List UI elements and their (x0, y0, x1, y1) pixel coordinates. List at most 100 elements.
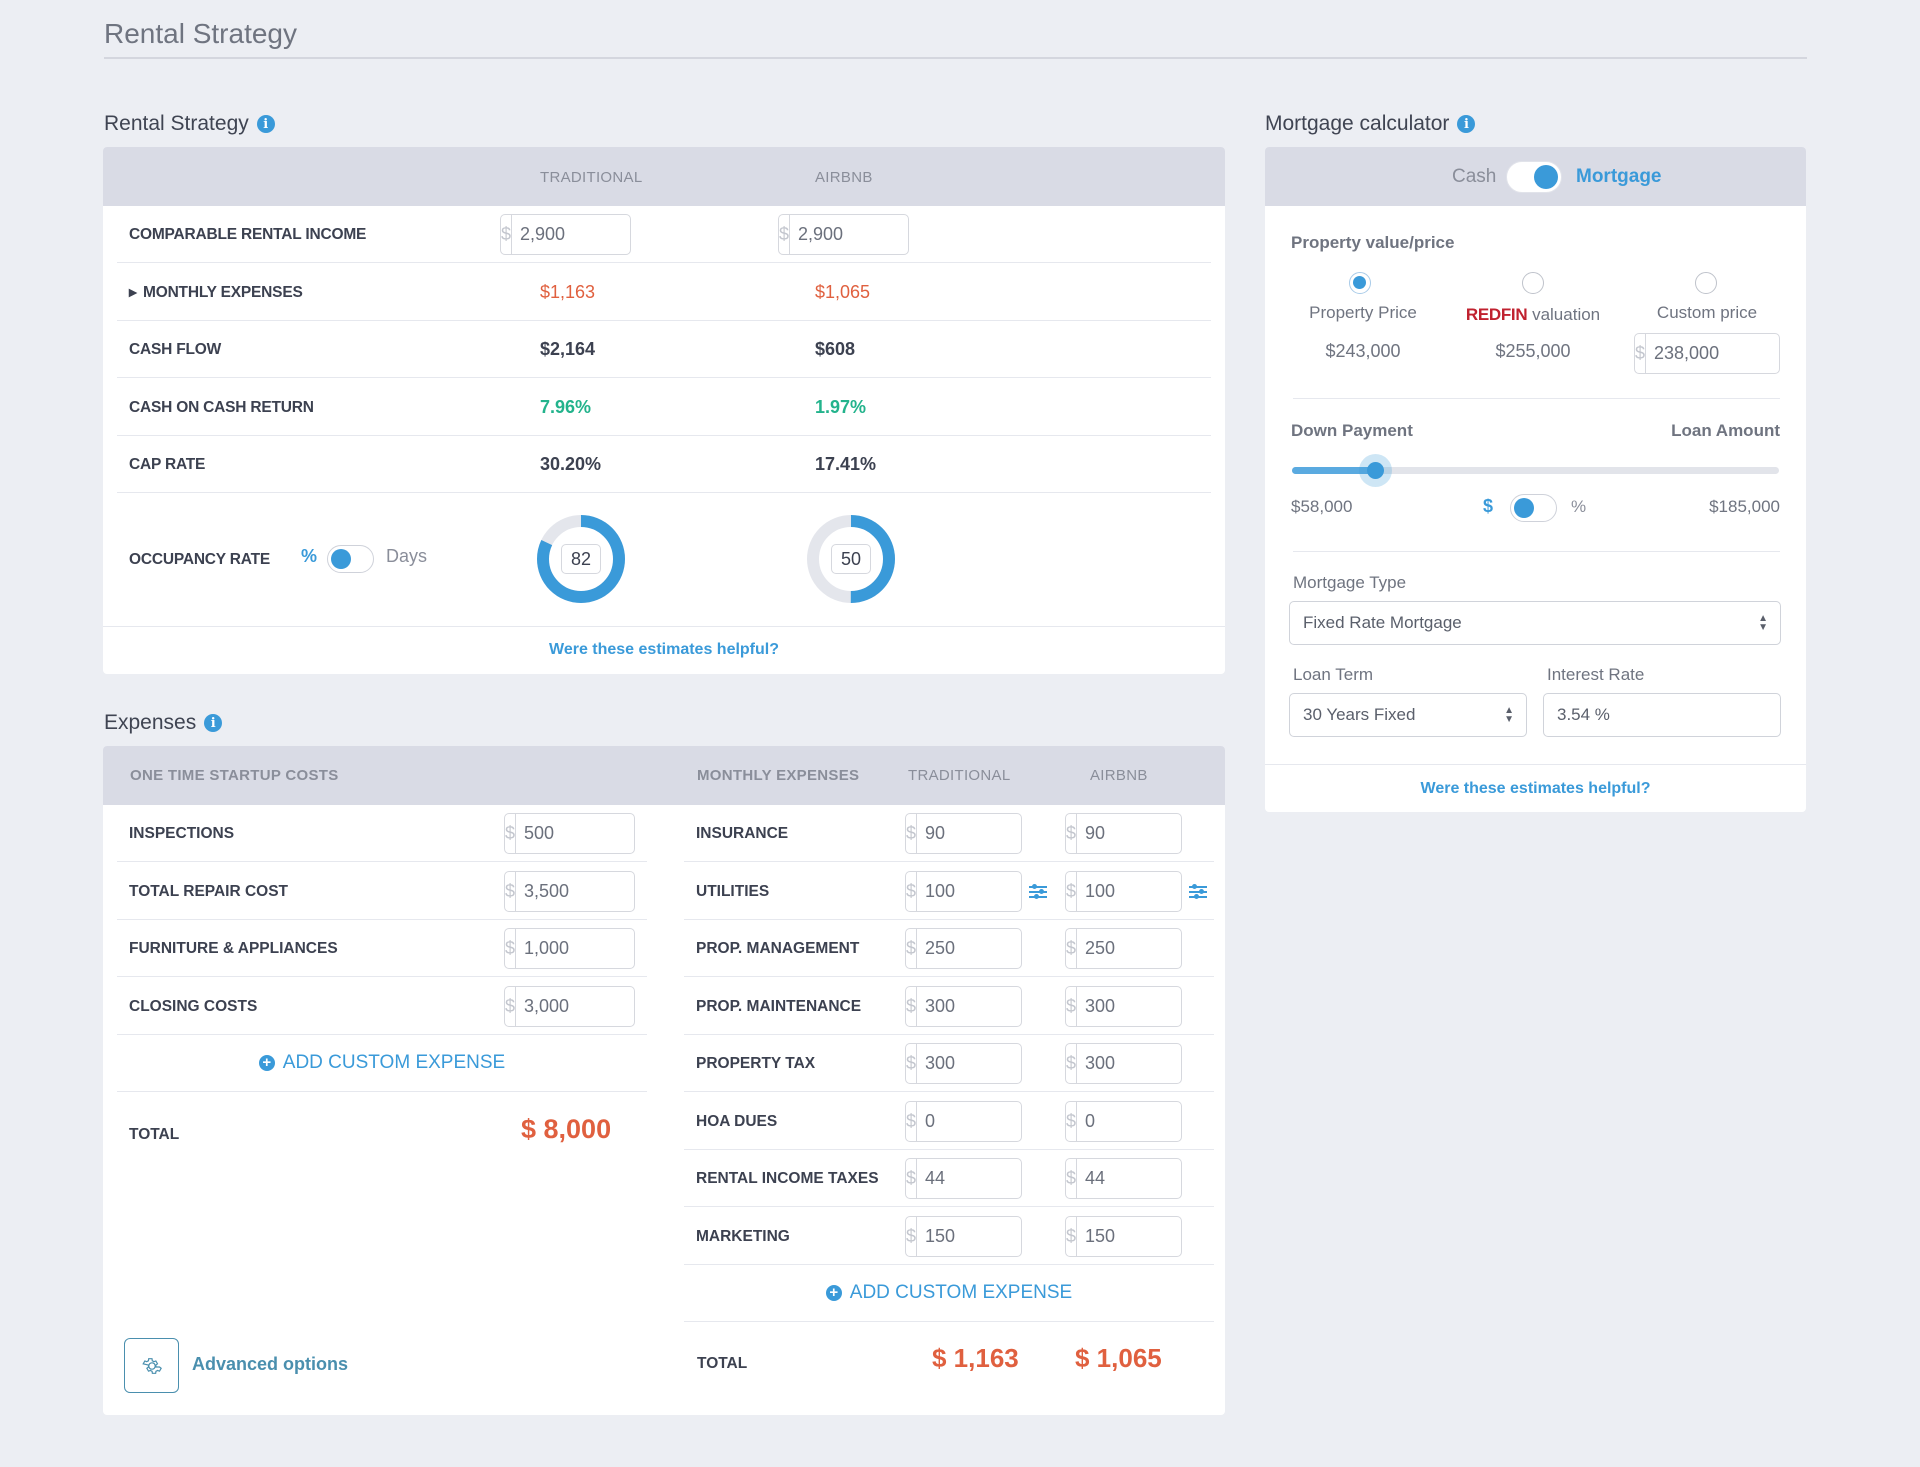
custom-price-field[interactable] (1646, 334, 1806, 373)
traditional-income-field[interactable] (512, 215, 753, 254)
advanced-options-link[interactable]: Advanced options (192, 1354, 348, 1375)
startup-cost-label: FURNITURE & APPLIANCES (129, 940, 338, 957)
mortgage-feedback-link[interactable]: Were these estimates helpful? (1265, 780, 1806, 798)
dollar-unit-label[interactable]: $ (1483, 496, 1493, 517)
traditional-monthly-expenses: $1,163 (540, 282, 596, 302)
traditional-expense-input[interactable]: $ (905, 870, 1158, 912)
cash-mortgage-toggle[interactable] (1506, 161, 1562, 193)
mortgage-mode-header: Cash Mortgage (1265, 147, 1806, 206)
dollar-icon: $ (1066, 814, 1078, 853)
cash-mode-label[interactable]: Cash (1452, 166, 1496, 188)
add-custom-expense-label: ADD CUSTOM EXPENSE (849, 1282, 1073, 1303)
dollar-icon: $ (1066, 986, 1078, 1026)
airbnb-expense-input[interactable]: $ (1065, 1158, 1225, 1199)
rental-strategy-header: TRADITIONAL AIRBNB (103, 147, 1225, 206)
monthly-expense-label: PROP. MAINTENANCE (696, 997, 862, 1015)
down-payment-unit-toggle[interactable] (1510, 494, 1557, 522)
rental-strategy-card: TRADITIONAL AIRBNB COMPARABLE RENTAL INC… (103, 147, 1225, 674)
airbnb-expense-input[interactable]: $ (1065, 985, 1225, 1027)
page-title: Rental Strategy (104, 18, 297, 49)
dollar-icon: $ (906, 1101, 918, 1141)
interest-rate-input[interactable]: 3.54 % (1543, 693, 1781, 737)
traditional-expense-input[interactable]: $ (905, 1043, 1158, 1084)
mortgage-type-select[interactable]: Fixed Rate Mortgage ▲ ▼ (1289, 601, 1781, 645)
days-unit-label[interactable]: Days (386, 546, 427, 567)
info-icon[interactable]: i (256, 115, 275, 133)
traditional-expense-input[interactable]: $ (905, 1158, 1158, 1199)
airbnb-expense-input[interactable]: $ (1065, 928, 1225, 969)
traditional-cap-rate: 30.20% (540, 454, 602, 474)
advanced-options-button[interactable] (124, 1338, 179, 1393)
down-payment-slider[interactable] (1292, 454, 1779, 487)
startup-add-custom-expense-button[interactable]: + ADD CUSTOM EXPENSE (117, 1035, 647, 1092)
interest-rate-value[interactable]: 3.54 % (1557, 705, 1610, 725)
slider-handle-dot (1366, 462, 1384, 479)
startup-cost-row: INSPECTIONS $ (117, 805, 757, 862)
slider-handle[interactable] (1358, 454, 1392, 487)
monthly-total-traditional: $ 1,163 (932, 1343, 1019, 1373)
row-label: CASH FLOW (129, 341, 222, 358)
startup-cost-input[interactable]: $ (504, 985, 757, 1027)
info-icon[interactable]: i (1457, 115, 1476, 133)
traditional-expense-input[interactable]: $ (905, 928, 1158, 969)
dollar-icon: $ (1066, 1216, 1078, 1256)
mortgage-mode-label[interactable]: Mortgage (1576, 166, 1662, 188)
expenses-header: ONE TIME STARTUP COSTS MONTHLY EXPENSES … (103, 746, 1225, 805)
airbnb-expense-field[interactable] (1077, 1044, 1225, 1083)
airbnb-expense-input[interactable]: $ (1065, 813, 1225, 854)
startup-cost-input[interactable]: $ (504, 870, 757, 912)
dollar-icon: $ (505, 871, 517, 911)
airbnb-expense-field[interactable] (1077, 814, 1225, 853)
traditional-expense-input[interactable]: $ (905, 985, 1158, 1027)
monthly-expense-label: INSURANCE (696, 825, 789, 842)
airbnb-expense-field[interactable] (1077, 1216, 1225, 1256)
monthly-add-custom-expense-button[interactable]: + ADD CUSTOM EXPENSE (684, 1265, 1214, 1322)
caret-right-icon[interactable]: ▸ (129, 264, 137, 321)
traditional-income-input[interactable]: $ (500, 214, 753, 255)
airbnb-expense-field[interactable] (1077, 1101, 1225, 1141)
monthly-expense-row: PROP. MAINTENANCE $ $ (684, 978, 1225, 1035)
redfin-valuation-radio[interactable] (1522, 272, 1544, 294)
loan-amount-label: Loan Amount (1671, 421, 1780, 440)
startup-cost-input[interactable]: $ (504, 928, 757, 969)
adjust-sliders-icon[interactable] (1189, 884, 1207, 899)
airbnb-expense-input[interactable]: $ (1065, 870, 1225, 912)
row-monthly-expenses[interactable]: ▸ MONTHLY EXPENSES $1,163 $1,065 (117, 264, 1211, 321)
startup-total-label: TOTAL (129, 1126, 180, 1143)
startup-cost-input[interactable]: $ (504, 813, 757, 854)
airbnb-expense-field[interactable] (1077, 986, 1225, 1026)
custom-price-radio[interactable] (1695, 272, 1717, 294)
airbnb-expense-field[interactable] (1077, 1159, 1225, 1198)
traditional-expense-input[interactable]: $ (905, 1100, 1158, 1142)
airbnb-income-field[interactable] (790, 215, 1031, 254)
traditional-expense-input[interactable]: $ (905, 1215, 1158, 1257)
percent-unit-label[interactable]: % (301, 546, 317, 567)
rental-feedback-link[interactable]: Were these estimates helpful? (103, 641, 1225, 659)
airbnb-occupancy-value[interactable]: 50 (831, 544, 871, 574)
airbnb-expense-input[interactable]: $ (1065, 1043, 1225, 1084)
monthly-expense-label: MARKETING (696, 1227, 790, 1245)
monthly-expense-row: RENTAL INCOME TAXES $ $ (684, 1150, 1225, 1207)
traditional-occupancy-value[interactable]: 82 (561, 544, 601, 574)
traditional-expense-input[interactable]: $ (905, 813, 1158, 854)
startup-cost-row: TOTAL REPAIR COST $ (117, 863, 757, 920)
info-icon[interactable]: i (204, 714, 223, 732)
airbnb-income-input[interactable]: $ (778, 214, 1031, 255)
airbnb-expense-input[interactable]: $ (1065, 1100, 1225, 1142)
custom-price-input[interactable]: $ (1634, 333, 1806, 374)
monthly-expense-row: PROPERTY TAX $ $ (684, 1035, 1225, 1092)
occupancy-unit-toggle[interactable] (327, 545, 374, 573)
mortgage-calculator-title: Mortgage calculator (1265, 112, 1450, 135)
adjust-sliders-icon[interactable] (1029, 884, 1047, 899)
divider (1293, 551, 1780, 552)
airbnb-expense-field[interactable] (1077, 929, 1225, 968)
percent-unit-label[interactable]: % (1571, 497, 1586, 517)
monthly-expense-row: MARKETING $ $ (684, 1208, 1225, 1265)
airbnb-expense-input[interactable]: $ (1065, 1215, 1225, 1257)
traditional-cash-flow: $2,164 (540, 339, 596, 359)
startup-costs-header: ONE TIME STARTUP COSTS (130, 767, 339, 784)
monthly-expense-row: UTILITIES $ $ (684, 863, 1225, 920)
loan-term-select[interactable]: 30 Years Fixed ▲ ▼ (1289, 693, 1527, 737)
property-price-radio[interactable] (1349, 272, 1371, 294)
redfin-valuation-label: REDFIN valuation (1455, 305, 1611, 325)
